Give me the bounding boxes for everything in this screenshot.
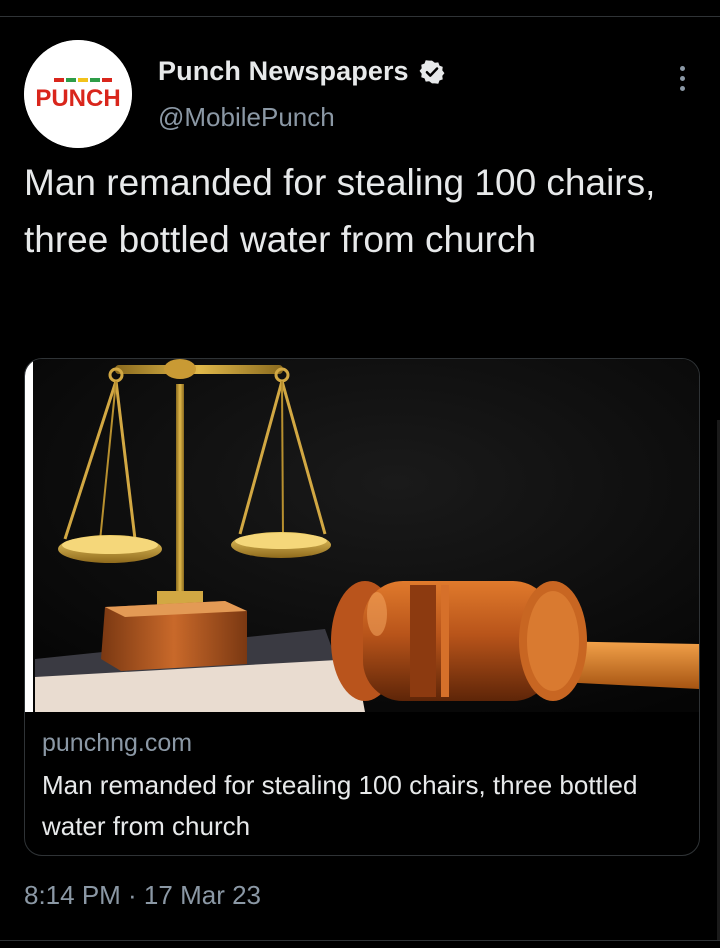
link-preview-card[interactable]: punchng.com Man remanded for stealing 10…: [24, 358, 700, 856]
punch-logo-text: PUNCH: [35, 85, 120, 112]
verified-badge-icon: [419, 59, 445, 85]
author-name-row: Punch Newspapers: [158, 56, 445, 87]
tweet-header: PUNCH Punch Newspapers @MobilePunch: [24, 40, 696, 152]
avatar[interactable]: PUNCH: [24, 40, 132, 148]
author-handle[interactable]: @MobilePunch: [158, 102, 335, 133]
top-divider: [0, 16, 720, 17]
scales-and-gavel-image: [25, 359, 699, 712]
tweet-timestamp[interactable]: 8:14 PM · 17 Mar 23: [24, 880, 261, 911]
more-options-button[interactable]: [668, 58, 696, 98]
more-dots-icon: [679, 65, 685, 71]
author-name[interactable]: Punch Newspapers: [158, 56, 409, 87]
punch-logo-icon: PUNCH: [24, 40, 132, 148]
more-dots-icon: [679, 75, 685, 81]
card-title: Man remanded for stealing 100 chairs, th…: [42, 770, 638, 841]
tweet-text: Man remanded for stealing 100 chairs, th…: [24, 162, 656, 260]
more-dots-icon: [679, 85, 685, 91]
bottom-divider: [0, 940, 720, 941]
card-domain: punchng.com: [42, 729, 193, 757]
